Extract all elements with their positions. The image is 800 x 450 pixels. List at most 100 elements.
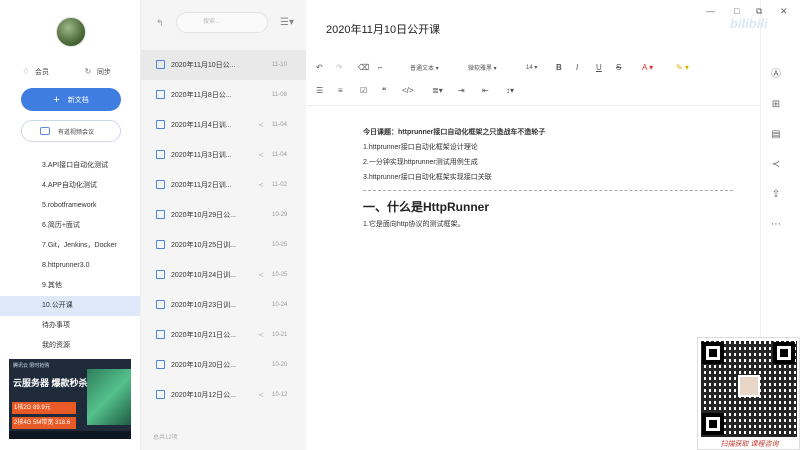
item-count: 总共12项: [153, 435, 178, 441]
document-title[interactable]: 2020年11月10日公开课: [326, 21, 440, 37]
note-title: 2020年10月24日训...: [171, 272, 236, 279]
line-height-icon[interactable]: ↕▾: [506, 86, 530, 95]
folder-item[interactable]: 4.APP自动化测试: [0, 176, 140, 196]
outline-item: 3.httprunner接口自动化框架实现接口关联: [363, 174, 492, 181]
note-date: 10-29: [272, 212, 288, 218]
redo-icon[interactable]: ↷: [336, 63, 358, 72]
avatar[interactable]: [56, 17, 86, 47]
font-size-select[interactable]: 14 ▾: [526, 64, 556, 71]
document-icon: [156, 300, 165, 309]
left-sidebar: ♢ 会员 ↻ 同步 + 新文档 有道视频会议 3.API接口自动化测试 4.AP…: [0, 0, 141, 450]
note-title: 2020年10月20日公...: [171, 362, 236, 369]
bold-icon[interactable]: B: [556, 63, 576, 72]
outline-item: 2.一分钟实现httprunner测试用例生成: [363, 159, 478, 166]
document-icon: [156, 360, 165, 369]
list-menu-icon[interactable]: ☰▾: [280, 17, 294, 28]
align-icon[interactable]: ≣▾: [432, 86, 458, 95]
note-list-item[interactable]: 2020年10月24日训... ≺ 10-25: [141, 260, 306, 290]
export-icon[interactable]: ⇪: [769, 188, 783, 202]
folder-item[interactable]: 待办事项: [0, 316, 140, 336]
qr-finder: [773, 342, 795, 364]
folder-item[interactable]: 5.robotframework: [0, 196, 140, 216]
share-icon[interactable]: ≺: [769, 158, 783, 172]
sync-icon: ↻: [84, 67, 92, 76]
note-list-item[interactable]: 2020年10月23日训... 10-24: [141, 290, 306, 320]
note-title: 2020年10月29日公...: [171, 212, 236, 219]
bullet-list-icon[interactable]: ☰: [316, 86, 338, 95]
checkbox-icon[interactable]: ☑: [360, 86, 382, 95]
folder-item[interactable]: 9.其他: [0, 276, 140, 296]
member-label: 会员: [35, 69, 49, 76]
outline-icon[interactable]: ▤: [769, 128, 783, 142]
new-document-label: 新文档: [67, 96, 89, 104]
italic-icon[interactable]: I: [576, 63, 596, 72]
qr-finder: [702, 413, 724, 435]
sort-icon[interactable]: ↰: [156, 18, 164, 29]
outdent-icon[interactable]: ⇤: [482, 86, 506, 95]
indent-icon[interactable]: ⇥: [458, 86, 482, 95]
eraser-icon[interactable]: ⌫: [358, 63, 378, 72]
share-icon: ≺: [258, 122, 264, 129]
note-list-item[interactable]: 2020年11月10日公... 11-10: [141, 50, 306, 80]
note-list-item[interactable]: 2020年11月4日训... ≺ 11-04: [141, 110, 306, 140]
font-color-icon[interactable]: A ▾: [642, 63, 676, 72]
qr-caption: 扫描获取 课程咨询: [720, 441, 779, 448]
diamond-icon: ♢: [22, 67, 30, 76]
search-input[interactable]: 搜索...: [176, 12, 268, 33]
video-meeting-label: 有道视频会议: [58, 129, 95, 136]
highlight-icon[interactable]: ✎ ▾: [676, 63, 706, 72]
document-body[interactable]: 今日课题：httprunner接口自动化框架之只造战车不造轮子 1.httpru…: [363, 125, 733, 232]
note-list-item[interactable]: 2020年10月29日公... 10-29: [141, 200, 306, 230]
numbered-list-icon[interactable]: ≡: [338, 86, 360, 95]
note-title: 2020年11月10日公...: [171, 62, 236, 69]
folder-item[interactable]: 我的资源: [0, 336, 140, 356]
note-list-item[interactable]: 2020年10月21日公... ≺ 10-21: [141, 320, 306, 350]
insert-icon[interactable]: ⊞: [769, 98, 783, 112]
editor-panel: 2020年11月10日公开课 ↶ ↷ ⌫ ⌐ 普通文本 ▾ 微软雅黑 ▾ 14 …: [306, 0, 760, 450]
share-icon: ≺: [258, 332, 264, 339]
ad-offer-2: 2核4G 5M带宽 318.6元: [12, 417, 76, 438]
note-list-item[interactable]: 2020年11月2日训... ≺ 11-02: [141, 170, 306, 200]
close-icon[interactable]: ✕: [780, 6, 788, 17]
code-icon[interactable]: </>: [402, 86, 432, 95]
member-button[interactable]: ♢ 会员: [22, 67, 49, 77]
topic-line: 今日课题：httprunner接口自动化框架之只造战车不造轮子: [363, 129, 546, 136]
note-title: 2020年10月23日训...: [171, 302, 236, 309]
paragraph-style-select[interactable]: 普通文本 ▾: [410, 63, 468, 72]
note-list-item[interactable]: 2020年10月20日公... 10-20: [141, 350, 306, 380]
note-date: 10-25: [272, 272, 288, 278]
advertisement-banner[interactable]: 腾讯云 限时抢购 云服务器 爆款秒杀 1核2G 89.9元 2核4G 5M带宽 …: [9, 359, 131, 439]
sync-button[interactable]: ↻ 同步: [84, 67, 111, 77]
note-list-item[interactable]: 2020年11月3日训... ≺ 11-04: [141, 140, 306, 170]
note-title: 2020年10月21日公...: [171, 332, 236, 339]
strikethrough-icon[interactable]: S: [616, 63, 642, 72]
undo-icon[interactable]: ↶: [316, 63, 336, 72]
video-meeting-button[interactable]: 有道视频会议: [21, 120, 121, 142]
note-list-item[interactable]: 2020年10月12日公... ≺ 10-12: [141, 380, 306, 410]
folder-item[interactable]: 3.API接口自动化测试: [0, 156, 140, 176]
folder-item-active[interactable]: 10.公开课: [0, 296, 140, 316]
font-family-select[interactable]: 微软雅黑 ▾: [468, 63, 526, 72]
restore-icon[interactable]: □: [734, 6, 739, 16]
note-title: 2020年11月8日公...: [171, 92, 232, 99]
font-size-value: 14: [526, 64, 533, 71]
format-toolbar-row-1: ↶ ↷ ⌫ ⌐ 普通文本 ▾ 微软雅黑 ▾ 14 ▾ B I U S A ▾ ✎…: [316, 60, 706, 74]
note-list-item[interactable]: 2020年11月8日公... 11-08: [141, 80, 306, 110]
sync-label: 同步: [97, 69, 111, 76]
document-icon: [156, 240, 165, 249]
underline-icon[interactable]: U: [596, 63, 616, 72]
folder-item[interactable]: 6.简历+面试: [0, 216, 140, 236]
translate-icon[interactable]: Ⓐ: [769, 68, 783, 82]
ad-brand: 腾讯云 限时抢购: [13, 363, 50, 369]
folder-list: 3.API接口自动化测试 4.APP自动化测试 5.robotframework…: [0, 156, 140, 356]
format-painter-icon[interactable]: ⌐: [378, 63, 410, 72]
more-icon[interactable]: ⋯: [769, 218, 783, 232]
note-list-item[interactable]: 2020年10月25日训... 10-25: [141, 230, 306, 260]
note-date: 11-10: [272, 62, 287, 68]
new-document-button[interactable]: + 新文档: [21, 88, 121, 111]
folder-item[interactable]: 8.httprunner3.0: [0, 256, 140, 276]
folder-item[interactable]: 7.Git，Jenkins，Docker: [0, 236, 140, 256]
quote-icon[interactable]: ❝: [382, 86, 402, 95]
note-date: 11-08: [272, 92, 287, 98]
minimize-icon[interactable]: —: [706, 6, 715, 16]
